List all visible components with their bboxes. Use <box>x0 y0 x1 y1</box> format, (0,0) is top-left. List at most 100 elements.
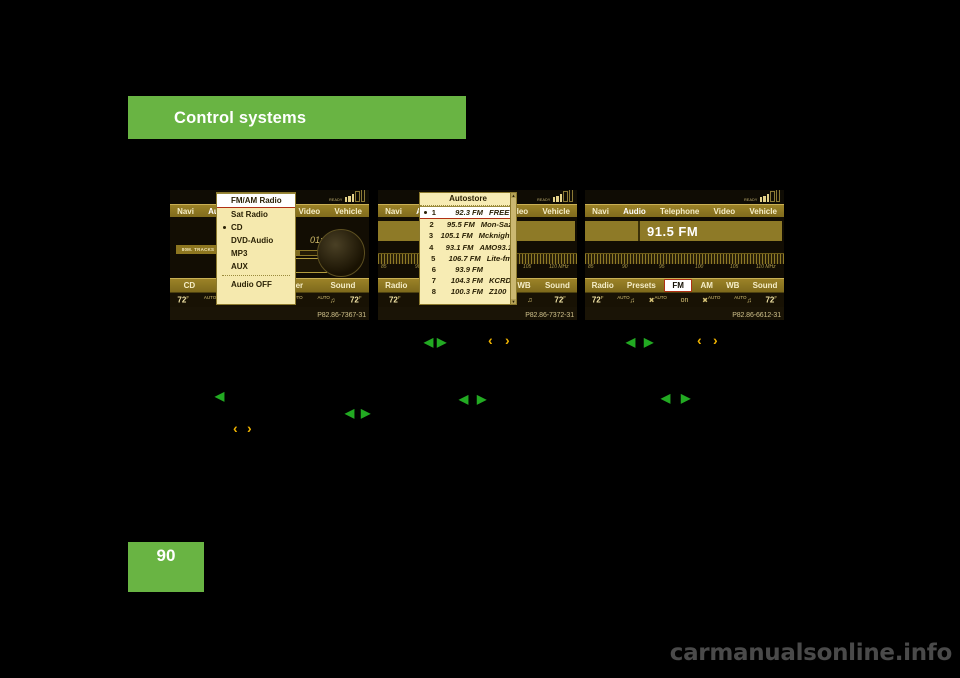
screen-content-3: 91.5 FM 85 90 95 100 105 110 MHz <box>585 217 784 280</box>
autostore-row-4[interactable]: 4 93.1 FM AMO93.1 <box>420 242 516 253</box>
current-frequency: 91.5 FM <box>647 224 699 239</box>
scale-tick-105: 105 <box>523 264 532 270</box>
radio-left-panel-3 <box>585 221 638 241</box>
scale-tick-85: 85 <box>381 264 387 270</box>
figure-caption-3: P82.86-6612-31 <box>732 312 781 319</box>
function-presets[interactable]: Presets <box>620 281 662 290</box>
annotation-mark-2: ▶ <box>437 335 447 349</box>
dropdown-divider <box>222 275 290 276</box>
signal-bar-2 <box>763 195 766 202</box>
audio-source-dropdown[interactable]: FM/AM Radio Sat Radio CD DVD-Audio MP3 A… <box>216 192 296 305</box>
scroll-down-icon[interactable]: ▼ <box>511 299 516 304</box>
scale-tick-110: 110 MHz <box>756 264 776 270</box>
climate-temp-left: 72F <box>591 295 604 305</box>
signal-bar-1 <box>759 197 762 202</box>
function-radio[interactable]: Radio <box>585 281 620 290</box>
signal-bar-3 <box>351 194 354 202</box>
menu-item-video[interactable]: Video <box>706 207 742 216</box>
status-ready-label: READY <box>329 198 343 202</box>
autostore-list[interactable]: Autostore 1 92.3 FM FREE 2 95.5 FM Mon-S… <box>419 192 517 305</box>
source-item-audio-off[interactable]: Audio OFF <box>217 278 295 291</box>
climate-center-mode: on <box>680 296 689 304</box>
signal-bar-5 <box>775 190 780 202</box>
function-cd[interactable]: CD <box>170 281 209 290</box>
footer-watermark: carmanualsonline.info <box>669 640 953 666</box>
annotation-mark-5: ◀ <box>626 335 636 349</box>
function-sound[interactable]: Sound <box>317 281 369 290</box>
autostore-row-6[interactable]: 6 93.9 FM <box>420 264 516 275</box>
autostore-row-2[interactable]: 2 95.5 FM Mon-Saz <box>420 219 516 230</box>
source-item-dvd-audio[interactable]: DVD-Audio <box>217 234 295 247</box>
menu-item-navi[interactable]: Navi <box>170 207 201 216</box>
menu-item-audio[interactable]: Audio <box>616 207 653 216</box>
figure-fm-tuner: READY Navi Audio Telephone Video Vehicle… <box>585 190 784 320</box>
figure-caption-1: P82.86-7367-31 <box>317 312 366 319</box>
selected-source-bullet <box>223 226 226 229</box>
function-am[interactable]: AM <box>694 281 720 290</box>
tuner-band-graphic-3 <box>585 253 784 264</box>
annotation-mark-3: ‹ <box>488 332 493 348</box>
function-sound[interactable]: Sound <box>746 281 784 290</box>
signal-bar-5 <box>360 190 365 202</box>
climate-center-left-icon: ✖AUTO <box>648 295 667 305</box>
source-item-sat-radio[interactable]: Sat Radio <box>217 208 295 221</box>
function-fm[interactable]: FM <box>664 279 692 292</box>
annotation-mark-12: ◀ <box>345 406 355 420</box>
function-bar-3: Radio Presets FM AM WB Sound <box>585 278 784 293</box>
autostore-title: Autostore <box>420 193 516 206</box>
climate-temp-right: 72F <box>349 295 362 305</box>
annotation-mark-7: ‹ <box>697 332 702 348</box>
signal-status-icon-2: READY <box>537 190 573 202</box>
menu-item-video[interactable]: Video <box>291 207 327 216</box>
autostore-row-8[interactable]: 8 100.3 FM Z100 <box>420 286 516 297</box>
page-number: 90 <box>156 546 176 565</box>
menu-item-vehicle[interactable]: Vehicle <box>742 207 784 216</box>
source-item-mp3[interactable]: MP3 <box>217 247 295 260</box>
autostore-row-3[interactable]: 3 105.1 FM Mcknight <box>420 230 516 241</box>
source-item-cd[interactable]: CD <box>217 221 295 234</box>
signal-status-icon: READY <box>329 190 365 202</box>
menu-item-telephone[interactable]: Telephone <box>653 207 707 216</box>
function-wb[interactable]: WB <box>720 281 746 290</box>
autostore-row-1[interactable]: 1 92.3 FM FREE <box>420 206 516 220</box>
tuner-scale-3: 85 90 95 100 105 110 MHz <box>585 264 784 273</box>
scroll-up-icon[interactable]: ▲ <box>511 193 516 198</box>
figure-audio-source-menu: READY Navi Audio Telephone Video Vehicle… <box>170 190 369 320</box>
signal-bar-1 <box>552 197 555 202</box>
menu-item-navi[interactable]: Navi <box>585 207 616 216</box>
comand-screen-3: READY Navi Audio Telephone Video Vehicle… <box>585 190 784 307</box>
annotation-mark-15: ▶ <box>477 392 487 406</box>
signal-status-icon-3: READY <box>744 190 780 202</box>
climate-auto-right-icon: AUTO♫ <box>317 295 336 305</box>
figure-autostore-list: READY Navi Audio Telephone Video Vehicle… <box>378 190 577 320</box>
signal-bar-3 <box>559 194 562 202</box>
climate-center-right-icon: ✖AUTO <box>702 295 721 305</box>
menu-item-vehicle[interactable]: Vehicle <box>327 207 369 216</box>
climate-auto-right-icon: ♫ <box>527 296 533 304</box>
annotation-mark-9: ◀ <box>215 389 225 403</box>
comand-screen-1: READY Navi Audio Telephone Video Vehicle… <box>170 190 369 307</box>
scale-tick-105: 105 <box>730 264 739 270</box>
climate-temp-left: 72F <box>388 295 401 305</box>
signal-bar-5 <box>568 190 573 202</box>
function-sound[interactable]: Sound <box>538 281 577 290</box>
cd-track-info: 80M. TRACKS <box>176 245 220 254</box>
menu-item-vehicle[interactable]: Vehicle <box>535 207 577 216</box>
source-item-fm-am-radio[interactable]: FM/AM Radio <box>217 193 295 208</box>
autostore-scrollbar[interactable]: ▲ ▼ <box>510 193 516 304</box>
figure-caption-2: P82.86-7372-31 <box>525 312 574 319</box>
signal-bar-2 <box>556 195 559 202</box>
scale-tick-95: 95 <box>659 264 665 270</box>
climate-temp-right: 72F <box>554 295 567 305</box>
climate-temp-left: 72F <box>177 295 190 305</box>
annotation-mark-16: ◀ <box>661 391 671 405</box>
comand-screen-2: READY Navi Audio Telephone Video Vehicle… <box>378 190 577 307</box>
menu-item-navi[interactable]: Navi <box>378 207 409 216</box>
autostore-row-5[interactable]: 5 106.7 FM Lite-fm <box>420 253 516 264</box>
autostore-row-7[interactable]: 7 104.3 FM KCRD <box>420 275 516 286</box>
function-radio[interactable]: Radio <box>378 281 415 290</box>
annotation-mark-6: ▶ <box>644 335 654 349</box>
source-item-aux[interactable]: AUX <box>217 260 295 273</box>
annotation-mark-8: › <box>713 332 718 348</box>
climate-auto-right-icon: AUTO♫ <box>734 295 752 305</box>
